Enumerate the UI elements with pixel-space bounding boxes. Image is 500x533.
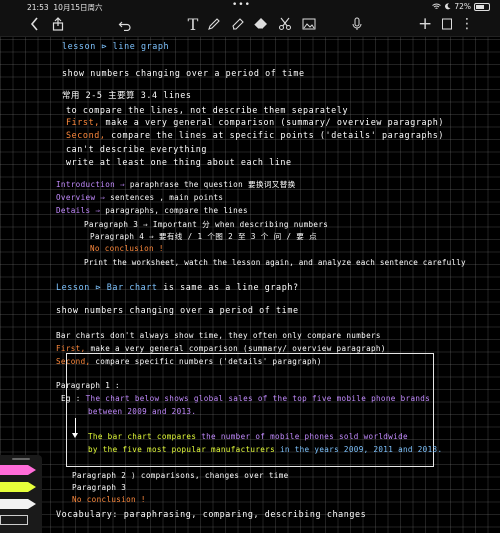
highlighter-icon (232, 18, 244, 30)
note-page[interactable]: lesson ⊳ line graph show numbers changin… (0, 37, 500, 533)
eraser-tool-button[interactable] (253, 16, 269, 33)
battery-percent: 72% (454, 2, 471, 11)
note-example-text: the number of mobile phones sold worldwi… (201, 432, 408, 441)
pen-tip (28, 465, 36, 475)
note-line: The bar chart compares the number of mob… (88, 432, 408, 441)
chevron-left-icon (30, 17, 38, 31)
note-line: Print the worksheet, watch the lesson ag… (84, 258, 466, 267)
note-line: Paragraph 3 (72, 483, 127, 492)
note-line: to compare the lines, not describe them … (66, 105, 349, 115)
note-text: comparisons, changes over time (140, 471, 289, 480)
pen-tip (28, 499, 36, 509)
note-line: Eg : The chart below shows global sales … (61, 394, 430, 403)
wifi-icon (432, 3, 442, 9)
note-label: Eg : (61, 394, 81, 403)
share-button[interactable] (51, 16, 65, 33)
note-example-text: The bar chart compares (88, 432, 197, 441)
more-button[interactable]: ⋮ (460, 16, 474, 33)
note-text: compare the lines at specific points ('d… (111, 130, 445, 140)
note-line: First, make a very general comparison (s… (56, 344, 386, 353)
white-pen[interactable] (0, 497, 42, 511)
note-label: Paragraph 2 (72, 471, 127, 480)
note-line: No conclusion ! (72, 495, 146, 504)
undo-icon (118, 21, 131, 31)
pages-button[interactable] (440, 16, 454, 33)
pen-body (0, 499, 28, 509)
note-keyword: Lesson ⊳ Bar chart (56, 282, 158, 292)
status-bar: 21:53 10月15日周六 ••• 72% (0, 0, 500, 13)
moon-icon (445, 3, 451, 10)
clock: 21:53 (27, 3, 49, 12)
note-keyword: First, (66, 117, 100, 127)
note-example-text: by the five most popular manufacturers (88, 445, 276, 454)
note-line: show numbers changing over a period of t… (62, 68, 305, 78)
note-text: make a very general comparison (summary/… (105, 117, 445, 127)
note-line: First, make a very general comparison (s… (66, 117, 444, 127)
pen-body (0, 482, 28, 492)
note-line: Bar charts don't always show time, they … (56, 331, 381, 340)
multitask-dots[interactable]: ••• (232, 0, 251, 10)
note-example-text: between 2009 and 2013. (88, 407, 197, 416)
note-keyword: Overview ⇒ (56, 193, 106, 202)
note-line: Overview ⇒ sentences , main points (56, 193, 223, 202)
note-line: show numbers changing over a period of t… (56, 305, 299, 315)
note-line: Paragraph 2 ⟩ comparisons, changes over … (72, 471, 289, 480)
note-line: by the five most popular manufacturers i… (88, 445, 442, 454)
date: 10月15日周六 (53, 3, 103, 12)
note-example-text: in the years 2009, 2011 and 2013. (279, 445, 443, 454)
note-text: sentences , main points (110, 193, 224, 202)
eraser-icon (253, 18, 267, 30)
note-keyword: Second, (66, 130, 106, 140)
note-text: is same as a line graph? (163, 282, 299, 292)
pen-tray[interactable] (0, 455, 42, 533)
text-tool-button[interactable]: T (186, 16, 200, 33)
note-line: Vocabulary: paraphrasing, comparing, des… (56, 509, 367, 519)
microphone-icon (352, 17, 362, 30)
note-text: make a very general comparison (summary/… (90, 344, 386, 353)
yellow-pen[interactable] (0, 480, 42, 494)
pen-tool-button[interactable] (207, 16, 221, 33)
note-text: paraphrase the question 要换词又替换 (129, 180, 296, 189)
status-time: 21:53 10月15日周六 (27, 2, 103, 13)
note-line: Details ⇒ paragraphs, compare the lines (56, 206, 248, 215)
scissors-icon (279, 17, 291, 30)
pen-body (0, 465, 28, 475)
undo-button[interactable] (118, 16, 132, 33)
note-line: No conclusion ! (90, 244, 164, 253)
note-text: paragraphs, compare the lines (105, 206, 248, 215)
battery-icon (474, 2, 490, 11)
lesson-title-line-graph: lesson ⊳ line graph (62, 41, 170, 51)
lesson-title-bar-chart: Lesson ⊳ Bar chart is same as a line gra… (56, 282, 299, 292)
add-page-button[interactable]: + (418, 16, 432, 33)
note-line: Paragraph 3 ⇒ Important 分 when describin… (84, 220, 329, 229)
down-arrow-icon (72, 418, 78, 438)
note-line: write at least one thing about each line (66, 157, 292, 167)
lasso-tool-button[interactable] (278, 16, 292, 33)
note-line: can't describe everything (66, 144, 208, 154)
note-line: Introduction ⇒ paraphrase the question 要… (56, 179, 296, 190)
note-line: 常用 2-5 主要算 3.4 lines (62, 90, 192, 100)
toolbar: T + ⋮ (0, 13, 500, 37)
share-icon (52, 17, 64, 31)
outline-pen[interactable] (0, 513, 42, 527)
pen-icon (208, 18, 220, 30)
back-button[interactable] (28, 16, 42, 33)
highlighter-tool-button[interactable] (231, 16, 245, 33)
note-keyword: Details ⇒ (56, 206, 101, 215)
note-keyword: First, (56, 344, 86, 353)
pink-pen[interactable] (0, 463, 42, 477)
note-example-text: The chart below shows global sales of th… (85, 394, 431, 403)
microphone-button[interactable] (350, 16, 364, 33)
image-icon (302, 18, 316, 30)
image-tool-button[interactable] (302, 16, 316, 33)
pen-body (0, 515, 28, 525)
note-keyword: Introduction ⇒ (56, 180, 125, 189)
square-icon (442, 18, 452, 30)
tray-handle[interactable] (12, 458, 30, 460)
status-right: 72% (432, 2, 490, 11)
note-line: Second, compare the lines at specific po… (66, 130, 444, 140)
pen-tip (28, 482, 36, 492)
note-line: Paragraph 4 ⇒ 要有线 / 1 个图 2 至 3 个 问 / 要 点 (90, 232, 318, 241)
